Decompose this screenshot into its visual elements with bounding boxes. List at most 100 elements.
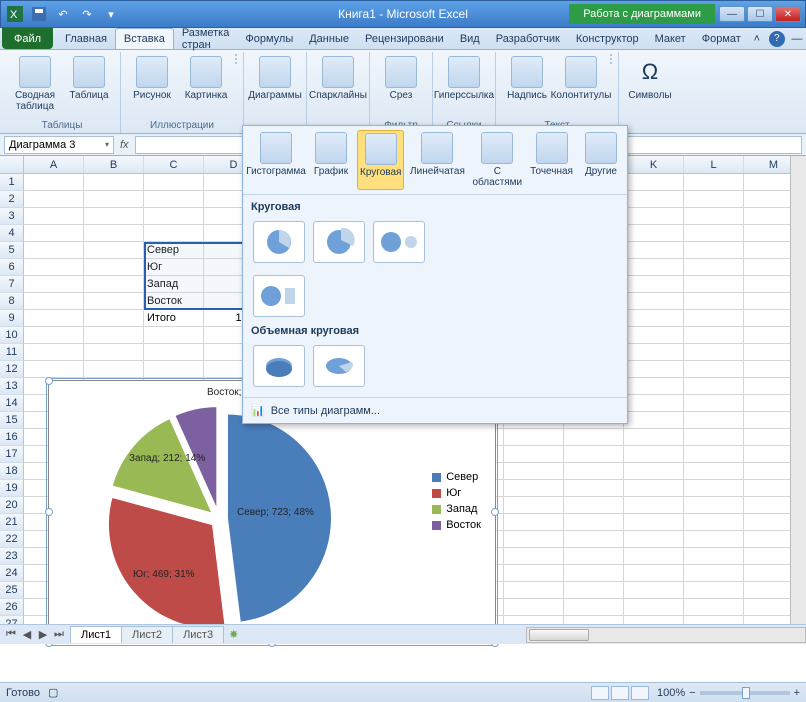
cell[interactable]: [24, 225, 84, 242]
cell[interactable]: Юг: [144, 259, 204, 276]
cell[interactable]: [144, 191, 204, 208]
row-header[interactable]: 20: [0, 497, 24, 514]
cell[interactable]: [624, 276, 684, 293]
zoom-control[interactable]: 100% − +: [657, 687, 800, 699]
sheet-nav-first[interactable]: ⏮: [4, 628, 18, 641]
close-button[interactable]: ✕: [775, 6, 801, 22]
cell[interactable]: [684, 276, 744, 293]
row-header[interactable]: 13: [0, 378, 24, 395]
name-box[interactable]: Диаграмма 3: [4, 136, 114, 154]
cell[interactable]: [24, 327, 84, 344]
cell[interactable]: [624, 463, 684, 480]
row-header[interactable]: 4: [0, 225, 24, 242]
cell[interactable]: [624, 293, 684, 310]
cell[interactable]: [504, 582, 564, 599]
sparklines-button[interactable]: Спарклайны: [313, 54, 363, 103]
cell[interactable]: [624, 225, 684, 242]
cell[interactable]: [624, 208, 684, 225]
column-header[interactable]: B: [84, 156, 144, 173]
picture-button[interactable]: Рисунок: [127, 54, 177, 103]
cell[interactable]: [624, 361, 684, 378]
tab-format[interactable]: Формат: [694, 28, 749, 49]
view-pagelayout-icon[interactable]: [611, 686, 629, 700]
cell[interactable]: [684, 293, 744, 310]
cell[interactable]: [84, 310, 144, 327]
cell[interactable]: [504, 429, 564, 446]
row-header[interactable]: 21: [0, 514, 24, 531]
cell[interactable]: [624, 446, 684, 463]
cell[interactable]: [684, 242, 744, 259]
cell[interactable]: [24, 174, 84, 191]
new-sheet-icon[interactable]: ✸: [223, 628, 244, 641]
cell[interactable]: [684, 259, 744, 276]
cell[interactable]: [564, 463, 624, 480]
gallery-type-bar[interactable]: Линейчатая: [408, 130, 466, 190]
cell[interactable]: [564, 565, 624, 582]
cell[interactable]: [504, 548, 564, 565]
smartart-icon[interactable]: [235, 58, 237, 60]
maximize-button[interactable]: ☐: [747, 6, 773, 22]
cell[interactable]: [504, 463, 564, 480]
symbols-button[interactable]: ΩСимволы: [625, 54, 675, 103]
sheet-nav-last[interactable]: ⏭: [52, 628, 66, 641]
row-header[interactable]: 9: [0, 310, 24, 327]
minimize-button[interactable]: —: [719, 6, 745, 22]
cell[interactable]: [684, 599, 744, 616]
cell[interactable]: [84, 361, 144, 378]
cell[interactable]: [684, 463, 744, 480]
cell[interactable]: [504, 599, 564, 616]
cell[interactable]: [684, 310, 744, 327]
cell[interactable]: [24, 361, 84, 378]
view-pagebreak-icon[interactable]: [631, 686, 649, 700]
gallery-type-column[interactable]: Гистограмма: [247, 130, 305, 190]
column-header[interactable]: A: [24, 156, 84, 173]
cell[interactable]: [624, 429, 684, 446]
cell[interactable]: [144, 361, 204, 378]
cell[interactable]: [684, 514, 744, 531]
table-button[interactable]: Таблица: [64, 54, 114, 103]
cell[interactable]: [624, 480, 684, 497]
cell[interactable]: [684, 548, 744, 565]
horizontal-scrollbar[interactable]: [526, 627, 806, 643]
zoom-in-icon[interactable]: +: [794, 687, 800, 699]
cell[interactable]: [684, 446, 744, 463]
cell[interactable]: [24, 242, 84, 259]
qat-more-icon[interactable]: ▾: [101, 4, 121, 24]
gallery-type-scatter[interactable]: Точечная: [528, 130, 575, 190]
cell[interactable]: [624, 378, 684, 395]
cell[interactable]: Север: [144, 242, 204, 259]
pie-3d-exploded[interactable]: [313, 345, 365, 387]
row-header[interactable]: 14: [0, 395, 24, 412]
view-normal-icon[interactable]: [591, 686, 609, 700]
cell[interactable]: [84, 327, 144, 344]
tab-developer[interactable]: Разработчик: [488, 28, 568, 49]
row-header[interactable]: 17: [0, 446, 24, 463]
cell[interactable]: [144, 225, 204, 242]
charts-button[interactable]: Диаграммы: [250, 54, 300, 103]
cell[interactable]: [624, 514, 684, 531]
cell[interactable]: [564, 582, 624, 599]
row-header[interactable]: 24: [0, 565, 24, 582]
row-header[interactable]: 12: [0, 361, 24, 378]
cell[interactable]: [564, 514, 624, 531]
row-header[interactable]: 22: [0, 531, 24, 548]
cell[interactable]: [24, 259, 84, 276]
gallery-type-other[interactable]: Другие: [579, 130, 623, 190]
object-icon[interactable]: [610, 62, 612, 64]
sheet-nav-prev[interactable]: ◀: [20, 628, 34, 641]
zoom-out-icon[interactable]: −: [689, 687, 695, 699]
cell[interactable]: [144, 208, 204, 225]
cell[interactable]: [564, 497, 624, 514]
tab-formulas[interactable]: Формулы: [237, 28, 301, 49]
cell[interactable]: [564, 480, 624, 497]
cell[interactable]: [684, 480, 744, 497]
row-header[interactable]: 16: [0, 429, 24, 446]
cell[interactable]: [84, 208, 144, 225]
cell[interactable]: [684, 565, 744, 582]
textbox-button[interactable]: Надпись: [502, 54, 552, 103]
cell[interactable]: [684, 208, 744, 225]
cell[interactable]: [84, 191, 144, 208]
wordart-icon[interactable]: [610, 54, 612, 56]
cell[interactable]: [684, 412, 744, 429]
cell[interactable]: [504, 514, 564, 531]
